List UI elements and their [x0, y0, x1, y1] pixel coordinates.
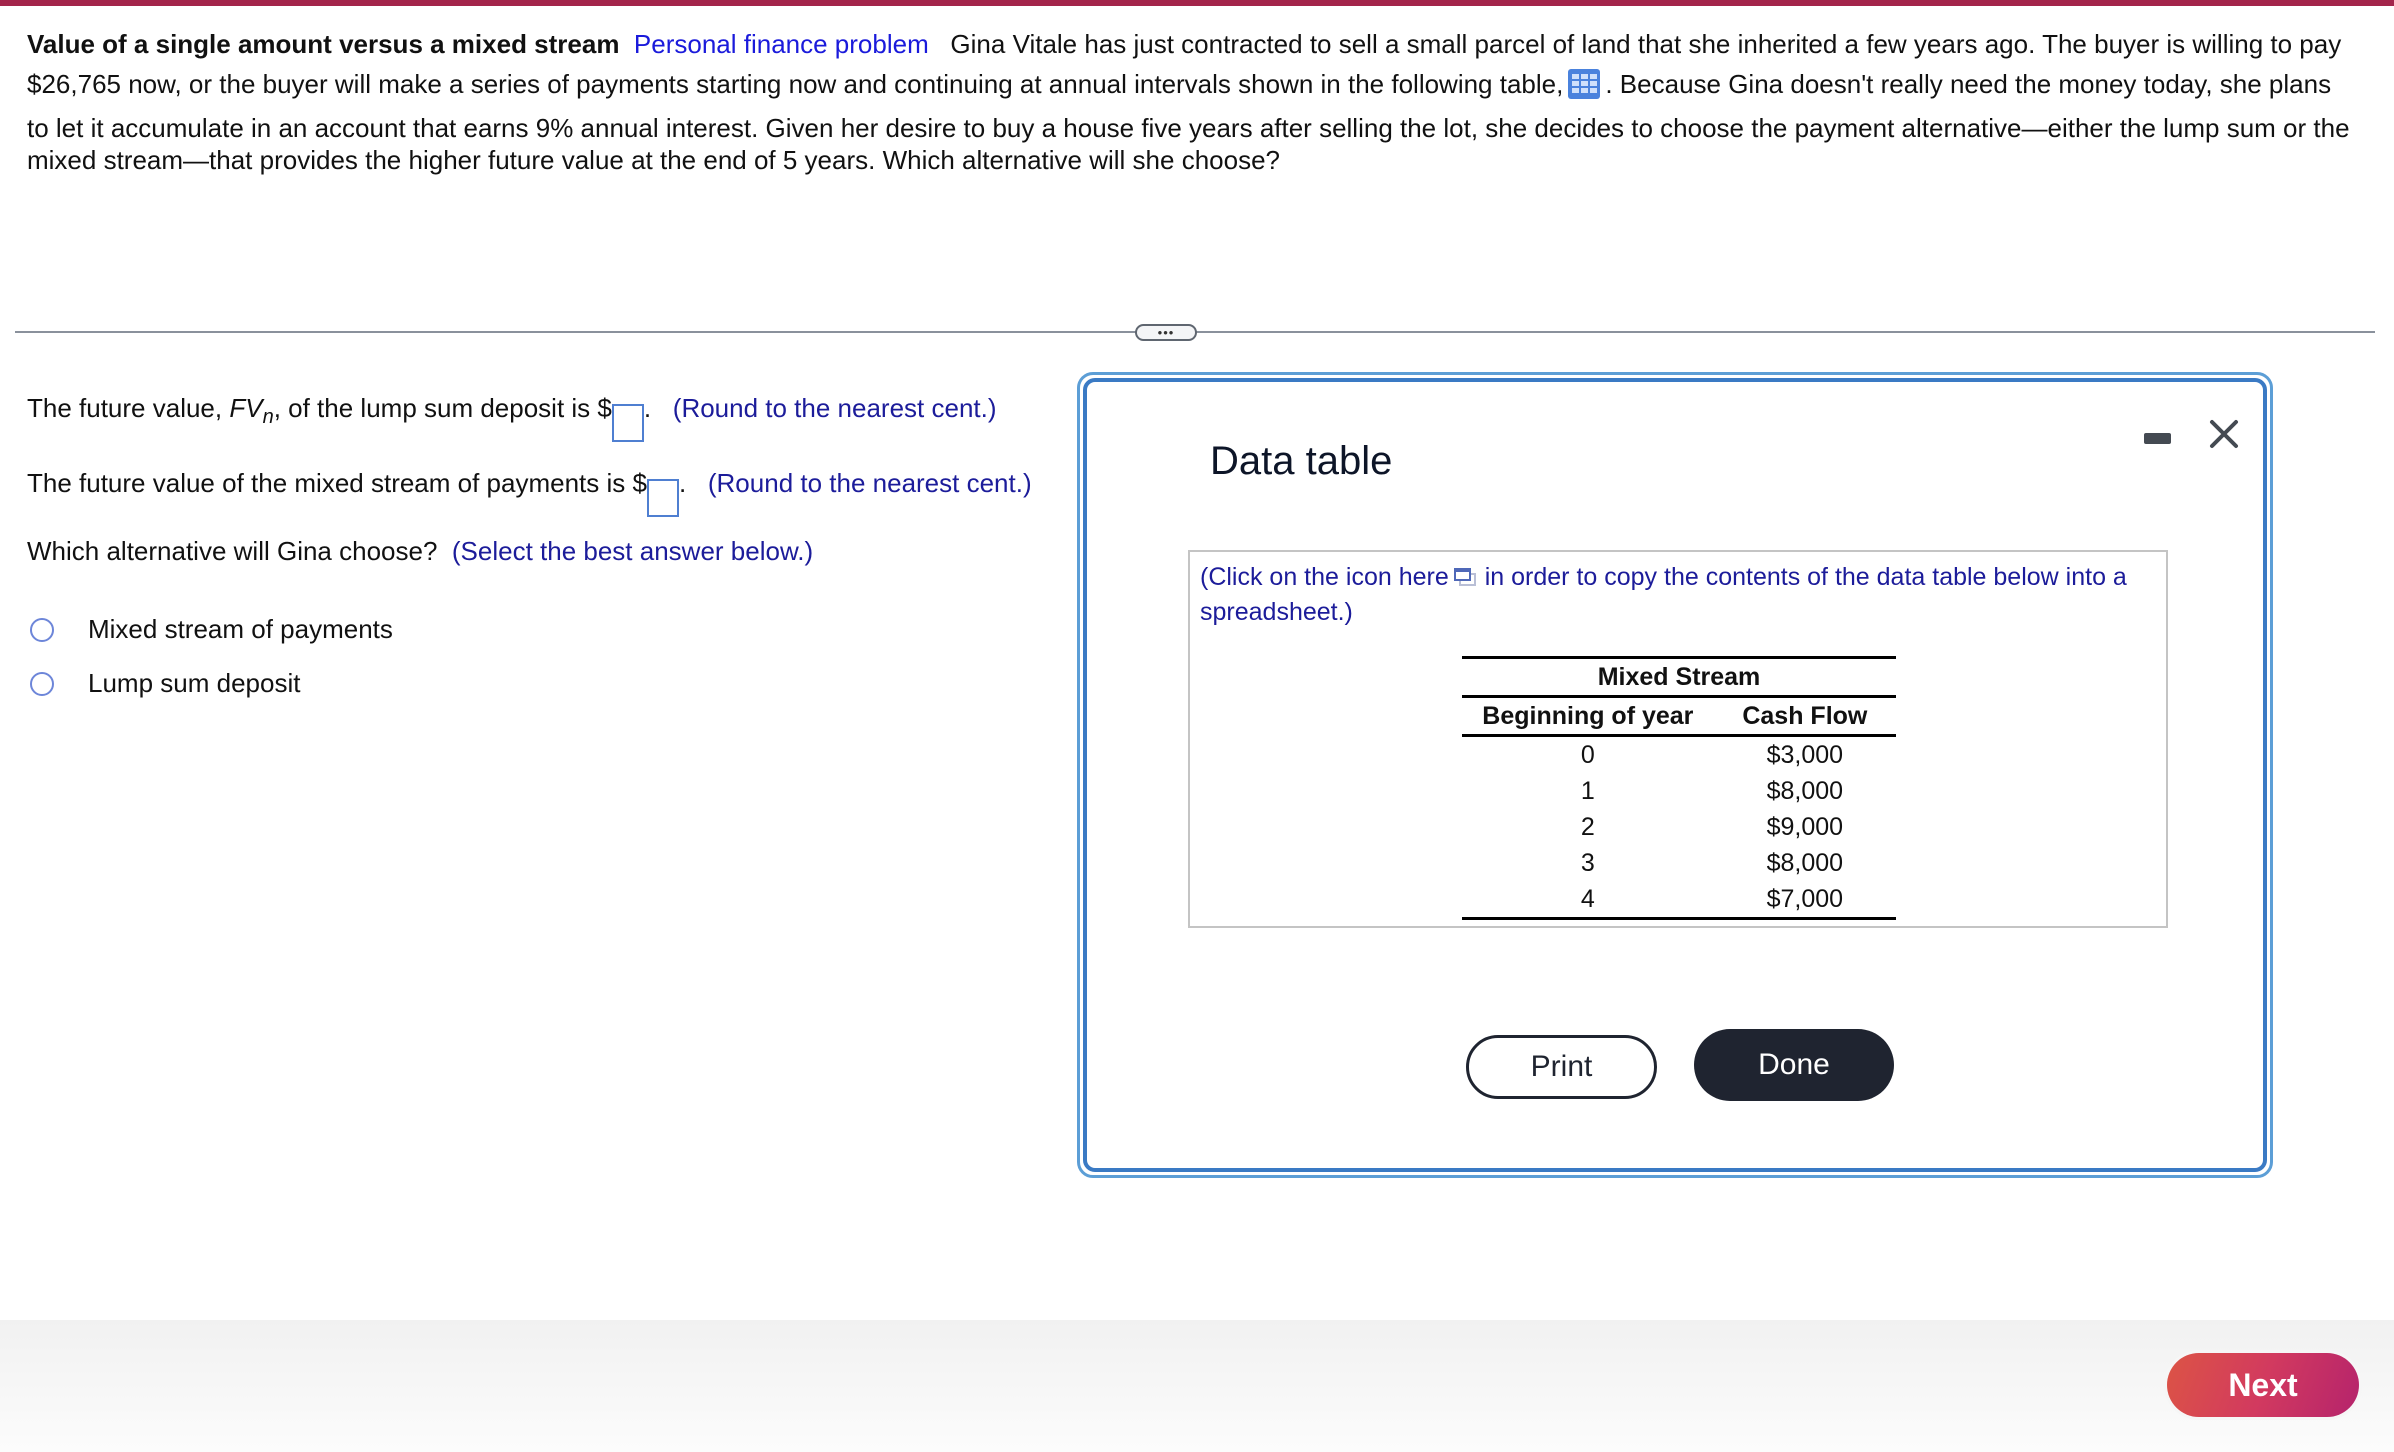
option-mixed-stream[interactable]: Mixed stream of payments — [30, 614, 393, 645]
copy-note-before: (Click on the icon here — [1200, 563, 1449, 591]
copy-instructions: (Click on the icon here in order to copy … — [1200, 560, 2150, 630]
option-label: Mixed stream of payments — [88, 614, 393, 644]
year-cell: 1 — [1580, 776, 1595, 805]
table-row: 2 $9,000 — [1462, 809, 1896, 845]
done-button[interactable]: Done — [1694, 1029, 1894, 1101]
option-label: Lump sum deposit — [88, 668, 301, 698]
q3-text: Which alternative will Gina choose? — [27, 536, 438, 566]
q1-hint: (Round to the nearest cent.) — [672, 393, 997, 423]
data-table-container: (Click on the icon here in order to copy … — [1188, 550, 2168, 928]
problem-text-2b: . Because Gina doesn't really need the m… — [1605, 69, 2332, 99]
table-row: 0 $3,000 — [1462, 736, 1896, 774]
question-which-alternative: Which alternative will Gina choose? (Sel… — [27, 536, 813, 567]
q1-mid: , of the lump sum deposit is $ — [273, 393, 612, 423]
data-table-dialog: Data table (Click on the icon here in ord… — [1077, 372, 2273, 1178]
col-header-year: Beginning of year — [1462, 696, 1714, 737]
print-button[interactable]: Print — [1466, 1035, 1657, 1099]
q2-hint: (Round to the nearest cent.) — [707, 468, 1032, 498]
cash-flow-cell: $8,000 — [1766, 776, 1844, 805]
problem-statement: Value of a single amount versus a mixed … — [27, 24, 2372, 180]
year-cell: 4 — [1462, 881, 1714, 920]
year-cell: 3 — [1580, 848, 1595, 877]
problem-title: Value of a single amount versus a mixed … — [27, 29, 620, 59]
table-grid-icon[interactable] — [1567, 68, 1601, 100]
problem-line-1: Value of a single amount versus a mixed … — [27, 24, 2372, 64]
fv-text: FV — [229, 393, 263, 423]
next-button[interactable]: Next — [2167, 1353, 2359, 1417]
minimize-icon[interactable] — [2144, 433, 2171, 444]
year-cell: 0 — [1580, 740, 1595, 769]
question-lump-sum-fv: The future value, FVn, of the lump sum d… — [27, 393, 997, 442]
lump-sum-fv-input[interactable] — [611, 403, 644, 442]
close-icon[interactable] — [2204, 414, 2244, 454]
mixed-stream-fv-input[interactable] — [646, 478, 679, 517]
top-accent-bar — [0, 0, 2394, 6]
col-header-cash-flow: Cash Flow — [1713, 696, 1896, 737]
q2-period: . — [678, 468, 687, 498]
cash-flow-cell: $3,000 — [1766, 740, 1844, 769]
q1-period: . — [643, 393, 652, 423]
q2-prefix: The future value of the mixed stream of … — [27, 468, 647, 498]
table-row: 1 $8,000 — [1462, 773, 1896, 809]
q3-hint: (Select the best answer below.) — [451, 536, 814, 566]
option-lump-sum[interactable]: Lump sum deposit — [30, 668, 300, 699]
mixed-stream-table: Mixed Stream Beginning of year Cash Flow… — [1462, 656, 1896, 920]
cash-flow-cell: $9,000 — [1766, 812, 1844, 841]
problem-text-1: Gina Vitale has just contracted to sell … — [950, 29, 2342, 59]
problem-tag: Personal finance problem — [633, 29, 929, 59]
table-row: 3 $8,000 — [1462, 845, 1896, 881]
copy-icon[interactable] — [1453, 563, 1477, 586]
fv-subscript: n — [262, 406, 274, 429]
expand-divider-button[interactable]: ••• — [1135, 324, 1197, 341]
table-row: 4 $7,000 — [1462, 881, 1896, 920]
radio-button[interactable] — [30, 617, 54, 642]
table-caption: Mixed Stream — [1462, 656, 1896, 698]
q1-prefix: The future value, — [27, 393, 230, 423]
problem-line-2: $26,765 now, or the buyer will make a se… — [27, 64, 2372, 104]
problem-text-2a: $26,765 now, or the buyer will make a se… — [27, 69, 1564, 99]
dialog-title: Data table — [1210, 439, 1393, 483]
question-mixed-stream-fv: The future value of the mixed stream of … — [27, 468, 1032, 517]
radio-button[interactable] — [30, 671, 54, 696]
dialog-body: Data table (Click on the icon here in ord… — [1083, 378, 2267, 1172]
cash-flow-cell: $8,000 — [1766, 848, 1844, 877]
year-cell: 2 — [1580, 812, 1595, 841]
cash-flow-cell: $7,000 — [1713, 881, 1896, 920]
fv-symbol: FVn — [229, 393, 273, 428]
footer-bar — [0, 1320, 2394, 1452]
